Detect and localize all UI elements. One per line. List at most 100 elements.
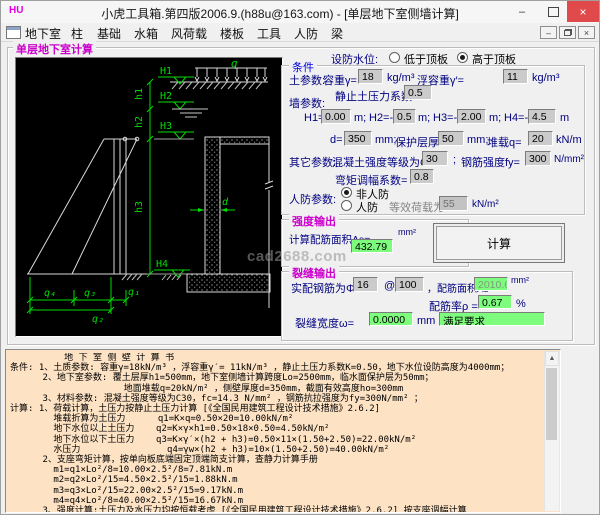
menu-watertank[interactable]: 水箱 [134,25,158,42]
diagram-q4-label: q₄ [44,288,56,299]
menu-tools[interactable]: 工具 [257,25,281,42]
menu-beam[interactable]: 梁 [331,25,343,42]
maximize-icon [547,6,559,17]
h4-unit: m [560,112,570,124]
mdi-restore-icon [563,29,572,36]
report-line: 地 下 室 侧 壁 计 算 书 [10,353,175,363]
mdi-child-icon[interactable] [6,26,21,39]
menu-civildef[interactable]: 人防 [294,25,318,42]
scrollbar-thumb[interactable] [546,368,557,440]
concrete-grade-input[interactable]: 30 [422,151,448,166]
diagram-H3-label: H3 [160,121,172,132]
h4-label: H4=- [504,112,529,124]
semicolon-label: ; [453,154,457,166]
civil-defense-label: 人防参数: [289,194,337,206]
scrollbar-up-icon[interactable]: ▲ [545,351,559,366]
k-coefficient-input[interactable]: 0.5 [404,85,432,100]
report-scrollbar[interactable]: ▲ [544,351,559,511]
crack-group-title: 裂缝输出 [289,265,339,281]
buoyant-weight-input[interactable]: 11 [503,69,528,84]
menu-windload[interactable]: 风荷载 [171,25,207,42]
calculate-button[interactable]: 计算 [433,223,565,263]
h4-input[interactable]: 4.5 [528,109,556,124]
report-line: 水压力 q4=γw×(h2 + h3)=10×(1.50+2.50)=40.00… [10,444,390,455]
calc-rebar-area-value[interactable]: 432.79 [351,239,393,253]
wall-params-label: 墙参数: [289,98,326,110]
thickness-label: d= [330,134,343,146]
steel-strength-input[interactable]: 300 [525,151,551,166]
mdi-minimize-button[interactable]: – [540,26,557,39]
diagram-h3-label: h3 [134,201,145,213]
menu-basement[interactable]: 地下室 [25,25,61,42]
close-button[interactable]: × [567,1,599,22]
strength-group-title: 强度输出 [289,213,339,229]
report-line: 3、强度计算:土压力及水压力均按恒载考虑 [《全国民用建筑工程设计技术措施》2.… [10,506,467,512]
report-line: 地下水位以上土压力 q2=K×γ×h1=0.50×18×0.50=4.50kN/… [10,424,330,435]
radio-above-roof[interactable] [457,52,468,63]
basement-wall-diagram: q H1 H2 H3 h1 h2 h3 H4 d q₄ q₃ q₁ q₂ [26,57,274,325]
surcharge-label: 堆载q= [487,137,522,149]
maximize-button[interactable] [538,1,568,22]
diagram-H1-label: H1 [160,66,172,77]
h2-label: H2=- [369,112,394,124]
report-line: 3、材料参数: 混凝土强度等级为C30，fc=14.3 N/mm² ，钢筋抗拉强… [10,393,423,404]
soil-params-label: 土参数: [289,75,326,87]
report-line: m3=q3×Lo²/15=22.00×2.5²/15=9.17kN.m [10,485,243,496]
buoyant-weight-unit: kg/m³ [532,72,560,84]
mdi-close-icon: × [583,27,590,38]
equivalent-load-label: 等效荷载为 [389,202,444,214]
radio-civil-defense-label: 人防 [356,202,378,214]
surcharge-input[interactable]: 20 [528,131,553,146]
menu-bar: 地下室 柱 基础 水箱 风荷载 楼板 工具 人防 梁 – × [1,23,599,42]
equivalent-load-input[interactable]: 55 [439,196,468,211]
crack-width-value[interactable]: 0.0000 [369,312,413,326]
menu-column[interactable]: 柱 [71,25,83,42]
h3-input[interactable]: 2.00 [457,109,486,124]
diagram-h2-label: h2 [134,116,145,128]
mdi-minimize-icon: – [545,27,551,38]
other-params-label: 其它参数: [289,157,337,169]
radio-below-roof[interactable] [389,52,400,63]
concrete-grade-label: 混凝土强度等级为C [332,157,428,169]
diagram-h1-label: h1 [134,88,145,100]
report-line: 地下水位以下土压力 q3=K×γ′×(h2 + h3)=0.50×11×(1.5… [10,434,417,445]
window-title: 小虎工具箱.第四版2006.9.(h88u@163.com) - [单层地下室侧… [101,7,459,21]
diagram-q1-label: q₁ [128,287,140,298]
surcharge-unit: kN/m [556,134,582,146]
crack-status-value[interactable]: 满足要求 [439,312,545,326]
moment-factor-input[interactable]: 0.8 [410,169,434,184]
unit-weight-unit: kg/m³ [387,72,415,84]
diagram-d-label: d [222,197,229,208]
rebar-area-value[interactable]: 2010.6 [474,277,508,291]
rebar-spacing-input[interactable]: 100 [395,277,424,292]
unit-weight-label: 容重γ= [323,75,357,87]
h1-input[interactable]: 0.00 [321,109,351,124]
report-line: m4=q4×Lo²/8=40.00×2.5²/15=16.67kN.m [10,495,243,506]
h2-input[interactable]: 0.5 [393,109,416,124]
crack-width-label: 裂缝宽度ω= [295,318,355,330]
report-line: 计算: 1、荷载计算，土压力按静止土压力计算 [《全国民用建筑工程设计技术措施》… [10,404,381,415]
menu-foundation[interactable]: 基础 [97,25,121,42]
mdi-close-button[interactable]: × [578,26,595,39]
equivalent-load-unit: kN/m² [472,199,499,210]
report-line: 堆载折算为土压力 q1=K×q=0.50×20=10.00kN/m² [10,414,294,425]
close-icon: × [579,4,587,19]
app-window: HU 小虎工具箱.第四版2006.9.(h88u@163.com) - [单层地… [0,0,600,515]
radio-non-civil-defense[interactable] [341,187,352,198]
title-bar: HU 小虎工具箱.第四版2006.9.(h88u@163.com) - [单层地… [1,1,599,24]
diagram-H2-label: H2 [160,91,172,102]
radio-civil-defense[interactable] [341,200,352,211]
rebar-ratio-value[interactable]: 0.67 [478,295,512,309]
thickness-input[interactable]: 350 [344,131,372,146]
at-symbol-label: @ [384,280,396,292]
diagram-q3-label: q₃ [84,288,96,299]
calculation-report[interactable]: 地 下 室 侧 壁 计 算 书 条件: 1、土质参数: 容重γ=18kN/m³ … [5,349,561,513]
cover-input[interactable]: 50 [438,131,464,146]
mdi-restore-button[interactable] [559,26,576,39]
unit-weight-input[interactable]: 18 [358,69,383,84]
menu-slab[interactable]: 楼板 [220,25,244,42]
rebar-diameter-input[interactable]: 16 [353,277,378,292]
diagram-H4-label: H4 [156,259,168,270]
h2-unit: m; [418,112,431,124]
minimize-button[interactable]: – [507,1,537,22]
